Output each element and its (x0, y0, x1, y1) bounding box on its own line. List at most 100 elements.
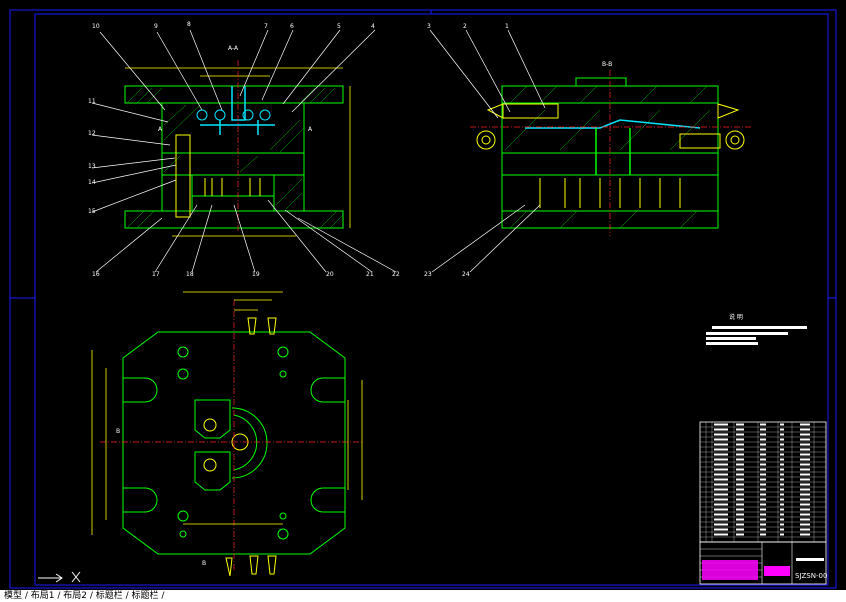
table-cell-text (736, 508, 744, 511)
table-cell-text (800, 493, 810, 496)
table-cell-text (760, 453, 766, 456)
table-cell-text (800, 428, 810, 431)
callout-label: 13 (88, 163, 96, 170)
callout-label: 1 (505, 23, 509, 30)
table-cell-text (800, 478, 810, 481)
table-cell-text (780, 458, 784, 461)
table-cell-text (800, 518, 810, 521)
cad-drawing-canvas[interactable]: 说 明 SJZSN-00 10 9 8 7 6 5 4 3 2 1111213141516 17 18… (0, 0, 846, 590)
command-status-bar[interactable]: 模型 / 布局1 / 布局2 / 标题栏 / 标题栏 / (0, 590, 846, 602)
table-cell-text (780, 448, 784, 451)
table-cell-text (736, 463, 744, 466)
table-cell-text (780, 433, 784, 436)
table-cell-text (714, 498, 728, 501)
technical-notes: 说 明 (706, 313, 807, 345)
table-cell-text (780, 453, 784, 456)
table-cell-text (714, 503, 728, 506)
table-cell-text (800, 488, 810, 491)
table-cell-text (800, 473, 810, 476)
table-cell-text (760, 508, 766, 511)
table-cell-text (800, 508, 810, 511)
table-cell-text (800, 463, 810, 466)
parts-list-table (699, 421, 827, 543)
table-cell-text (760, 533, 766, 536)
view-marker: B (202, 560, 206, 567)
table-cell-text (714, 488, 728, 491)
table-cell-text (714, 508, 728, 511)
table-cell-text (760, 438, 766, 441)
table-cell-text (800, 453, 810, 456)
notes-title: 说 明 (729, 313, 743, 321)
table-cell-text (714, 428, 728, 431)
table-cell-text (800, 438, 810, 441)
table-cell-text (760, 483, 766, 486)
table-cell-text (780, 423, 784, 426)
table-cell-text (780, 488, 784, 491)
table-cell-text (736, 488, 744, 491)
table-cell-text (714, 453, 728, 456)
callout-label: 15 (88, 208, 96, 215)
table-cell-text (800, 528, 810, 531)
table-cell-text (736, 503, 744, 506)
callout-label: 10 (92, 23, 100, 30)
table-cell-text (760, 523, 766, 526)
table-cell-text (800, 503, 810, 506)
table-cell-text (760, 493, 766, 496)
table-cell-text (736, 523, 744, 526)
table-cell-text (780, 468, 784, 471)
table-cell-text (714, 458, 728, 461)
table-cell-text (760, 498, 766, 501)
view-marker: B (116, 428, 120, 435)
title-block: SJZSN-00 (699, 541, 827, 585)
table-cell-text (736, 428, 744, 431)
table-cell-text (760, 428, 766, 431)
table-cell-text (800, 513, 810, 516)
table-cell-text (760, 458, 766, 461)
table-cell-text (736, 528, 744, 531)
callout-label: 18 (186, 271, 194, 278)
table-cell-text (736, 473, 744, 476)
table-cell-text (714, 518, 728, 521)
table-cell-text (760, 463, 766, 466)
table-cell-text (714, 463, 728, 466)
table-cell-text (800, 448, 810, 451)
callout-label: 23 (424, 271, 432, 278)
table-cell-text (780, 438, 784, 441)
callout-label: 17 (152, 271, 160, 278)
table-cell-text (714, 533, 728, 536)
callout-label: 16 (92, 271, 100, 278)
table-cell-text (714, 423, 728, 426)
callout-label: 4 (371, 23, 375, 30)
table-cell-text (800, 533, 810, 536)
callout-label: 12 (88, 130, 96, 137)
table-cell-text (760, 448, 766, 451)
drawing-frame-inner (34, 13, 829, 586)
table-cell-text (780, 513, 784, 516)
table-cell-text (760, 433, 766, 436)
table-cell-text (714, 438, 728, 441)
table-cell-text (760, 478, 766, 481)
callout-label: 7 (264, 23, 268, 30)
table-cell-text (736, 433, 744, 436)
table-cell-text (714, 468, 728, 471)
table-cell-text (780, 528, 784, 531)
table-cell-text (714, 433, 728, 436)
table-cell-text (714, 513, 728, 516)
table-cell-text (714, 478, 728, 481)
table-cell-text (800, 423, 810, 426)
table-cell-text (780, 473, 784, 476)
table-cell-text (780, 518, 784, 521)
table-cell-text (780, 533, 784, 536)
table-cell-text (714, 493, 728, 496)
table-cell-text (760, 473, 766, 476)
table-cell-text (780, 428, 784, 431)
table-cell-text (780, 463, 784, 466)
callout-label: 5 (337, 23, 341, 30)
callout-label: 22 (392, 271, 400, 278)
table-cell-text (736, 518, 744, 521)
callout-label: 24 (462, 271, 470, 278)
table-cell-text (760, 503, 766, 506)
table-cell-text (736, 443, 744, 446)
table-cell-text (780, 498, 784, 501)
table-cell-text (760, 513, 766, 516)
